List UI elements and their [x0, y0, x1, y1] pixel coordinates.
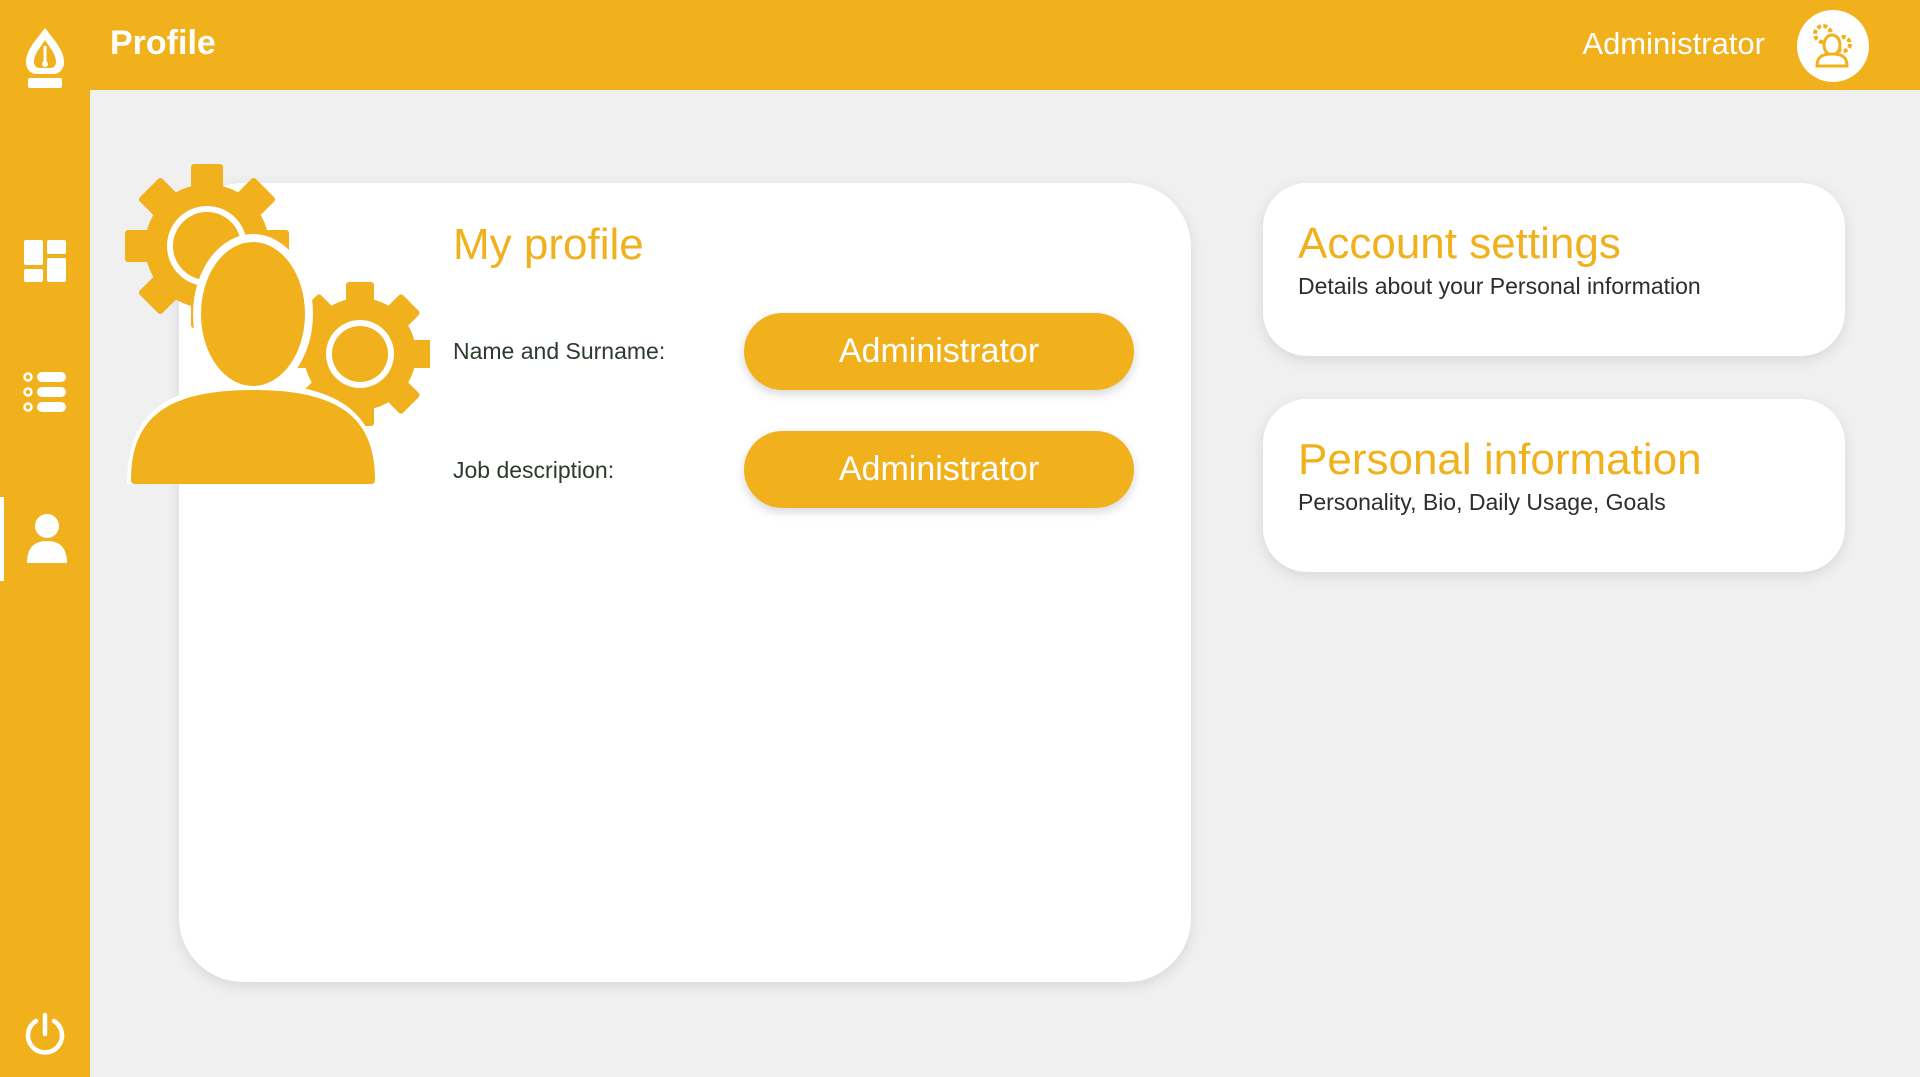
personal-information-subtitle: Personality, Bio, Daily Usage, Goals [1298, 489, 1666, 515]
user-avatar[interactable] [1797, 10, 1869, 82]
user-gear-illustration-icon [125, 164, 430, 484]
sidebar-item-dashboard[interactable] [0, 219, 90, 303]
name-surname-label: Name and Surname: [453, 338, 666, 364]
power-button[interactable] [0, 993, 90, 1077]
list-icon [23, 372, 66, 412]
header-user-name[interactable]: Administrator [1582, 26, 1765, 62]
account-settings-card[interactable]: Account settings Details about your Pers… [1263, 183, 1845, 356]
sidebar-item-list[interactable] [0, 350, 90, 434]
page-title: Profile [110, 24, 216, 62]
user-icon [27, 514, 67, 563]
account-settings-title: Account settings [1298, 219, 1621, 268]
name-surname-value[interactable]: Administrator [744, 313, 1134, 390]
profile-card-title: My profile [453, 220, 644, 269]
pen-nib-logo-icon [26, 28, 64, 88]
power-icon [25, 1012, 65, 1055]
user-gear-icon [1813, 24, 1852, 68]
sidebar-item-profile[interactable] [0, 497, 90, 581]
account-settings-subtitle: Details about your Personal information [1298, 273, 1701, 299]
personal-information-card[interactable]: Personal information Personality, Bio, D… [1263, 399, 1845, 572]
job-description-value[interactable]: Administrator [744, 431, 1134, 508]
job-description-label: Job description: [453, 457, 615, 483]
personal-information-title: Personal information [1298, 435, 1702, 484]
dashboard-icon [24, 240, 66, 282]
